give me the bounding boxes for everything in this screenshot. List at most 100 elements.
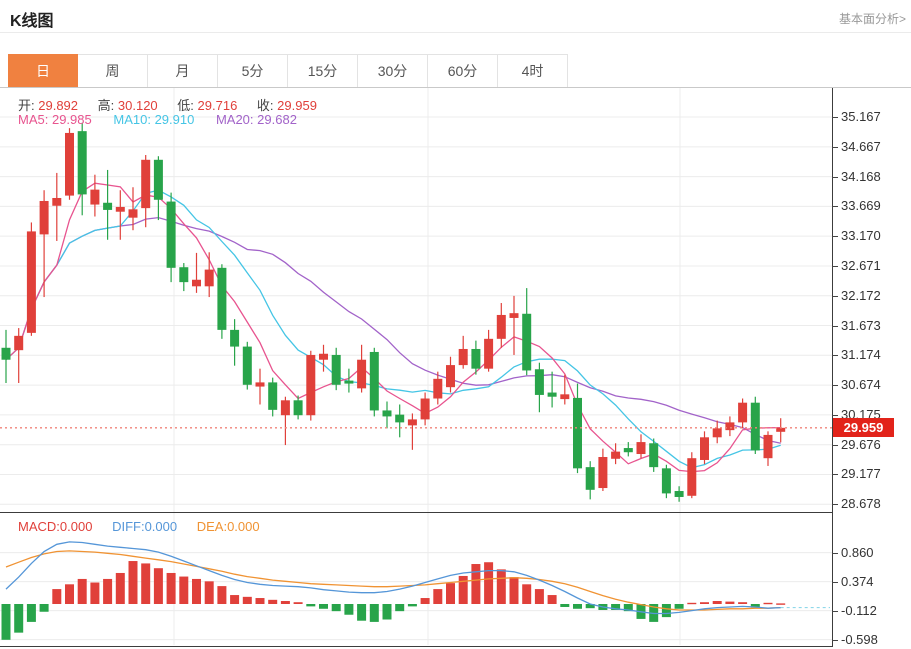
candle-body bbox=[167, 202, 176, 268]
candle-body bbox=[548, 393, 557, 397]
macd-axis-label: 0.860 bbox=[841, 545, 874, 560]
candle-body bbox=[421, 399, 430, 420]
macd-bar bbox=[65, 584, 74, 604]
macd-bar bbox=[662, 604, 671, 617]
macd-axis-label: 0.374 bbox=[841, 574, 874, 589]
macd-info-row: MACD:0.000 DIFF:0.000 DEA:0.000 bbox=[18, 519, 260, 534]
low-label: 低: bbox=[177, 98, 194, 113]
candle-body bbox=[116, 207, 125, 212]
macd-bar bbox=[370, 604, 379, 622]
tab-5min[interactable]: 5分 bbox=[218, 54, 288, 88]
macd-bar bbox=[154, 568, 163, 604]
price-axis-label: 28.678 bbox=[841, 496, 881, 511]
macd-bar bbox=[256, 598, 265, 604]
macd-bar bbox=[116, 573, 125, 604]
y-axis-tick bbox=[832, 177, 838, 178]
macd-bar bbox=[573, 604, 582, 609]
candle-body bbox=[14, 336, 23, 350]
candle-body bbox=[522, 314, 531, 371]
high-value: 30.120 bbox=[118, 98, 158, 113]
price-axis-label: 30.674 bbox=[841, 377, 881, 392]
tab-60min[interactable]: 60分 bbox=[428, 54, 498, 88]
price-axis-label: 29.177 bbox=[841, 466, 881, 481]
candle-body bbox=[2, 348, 11, 360]
fundamental-analysis-link[interactable]: 基本面分析> bbox=[839, 10, 906, 27]
candle-body bbox=[725, 422, 734, 430]
macd-bar bbox=[395, 604, 404, 611]
candle-body bbox=[649, 443, 658, 467]
low-value: 29.716 bbox=[198, 98, 238, 113]
candle-body bbox=[205, 270, 214, 287]
macd-bar bbox=[535, 589, 544, 604]
candle-body bbox=[103, 203, 112, 210]
candle-body bbox=[535, 369, 544, 395]
y-axis-tick bbox=[832, 553, 838, 554]
candle-body bbox=[573, 398, 582, 468]
macd-bar bbox=[14, 604, 23, 633]
tab-day[interactable]: 日 bbox=[8, 54, 78, 88]
y-axis-tick bbox=[832, 385, 838, 386]
macd-axis-label: -0.112 bbox=[841, 603, 877, 618]
ma5-line bbox=[6, 183, 781, 471]
macd-bar bbox=[687, 603, 696, 604]
macd-bar bbox=[560, 604, 569, 607]
macd-bar bbox=[319, 604, 328, 609]
macd-bar bbox=[294, 602, 303, 604]
macd-bar bbox=[306, 604, 315, 606]
macd-bar bbox=[522, 584, 531, 604]
macd-label: MACD: bbox=[18, 519, 60, 534]
tab-15min[interactable]: 15分 bbox=[288, 54, 358, 88]
candle-body bbox=[141, 160, 150, 208]
macd-bar bbox=[332, 604, 341, 611]
candle-body bbox=[395, 415, 404, 423]
tab-30min[interactable]: 30分 bbox=[358, 54, 428, 88]
price-axis-label: 35.167 bbox=[841, 109, 881, 124]
tab-week[interactable]: 周 bbox=[78, 54, 148, 88]
period-tabs: 日周月5分15分30分60分4时 bbox=[8, 54, 568, 88]
candle-body bbox=[230, 330, 239, 347]
candle-body bbox=[357, 360, 366, 389]
high-label: 高: bbox=[98, 98, 115, 113]
candle-body bbox=[586, 467, 595, 490]
candle-body bbox=[294, 400, 303, 415]
y-axis-tick bbox=[832, 582, 838, 583]
candle-body bbox=[281, 400, 290, 415]
candle-body bbox=[408, 419, 417, 425]
macd-bar bbox=[764, 603, 773, 604]
candlestick-chart[interactable] bbox=[0, 88, 833, 512]
y-axis-tick bbox=[832, 206, 838, 207]
candle-body bbox=[268, 382, 277, 409]
macd-bar bbox=[484, 562, 493, 604]
candle-body bbox=[129, 209, 138, 217]
candle-body bbox=[192, 280, 201, 287]
candle-body bbox=[154, 160, 163, 200]
y-axis-tick bbox=[832, 147, 838, 148]
macd-bar bbox=[217, 586, 226, 604]
candle-body bbox=[598, 457, 607, 488]
candle-body bbox=[662, 468, 671, 493]
candle-body bbox=[40, 201, 49, 234]
candle-body bbox=[370, 352, 379, 410]
price-axis-label: 33.669 bbox=[841, 198, 881, 213]
y-axis-tick bbox=[832, 296, 838, 297]
candle-body bbox=[27, 231, 36, 332]
tab-month[interactable]: 月 bbox=[148, 54, 218, 88]
macd-bar bbox=[192, 579, 201, 604]
candle-body bbox=[764, 435, 773, 458]
candle-body bbox=[700, 437, 709, 460]
macd-bar bbox=[2, 604, 11, 640]
macd-bar bbox=[205, 581, 214, 604]
page-title: K线图 bbox=[10, 7, 54, 31]
ma5-label: MA5: bbox=[18, 112, 48, 127]
y-axis-tick bbox=[832, 504, 838, 505]
panel-separator bbox=[0, 512, 833, 513]
macd-bar bbox=[268, 600, 277, 604]
candle-body bbox=[611, 452, 620, 459]
macd-bar bbox=[27, 604, 36, 622]
dea-value: 0.000 bbox=[227, 519, 260, 534]
macd-bar bbox=[103, 579, 112, 604]
close-label: 收: bbox=[257, 98, 274, 113]
tab-4hour[interactable]: 4时 bbox=[498, 54, 568, 88]
macd-bar bbox=[408, 604, 417, 606]
ma20-value: 29.682 bbox=[257, 112, 297, 127]
